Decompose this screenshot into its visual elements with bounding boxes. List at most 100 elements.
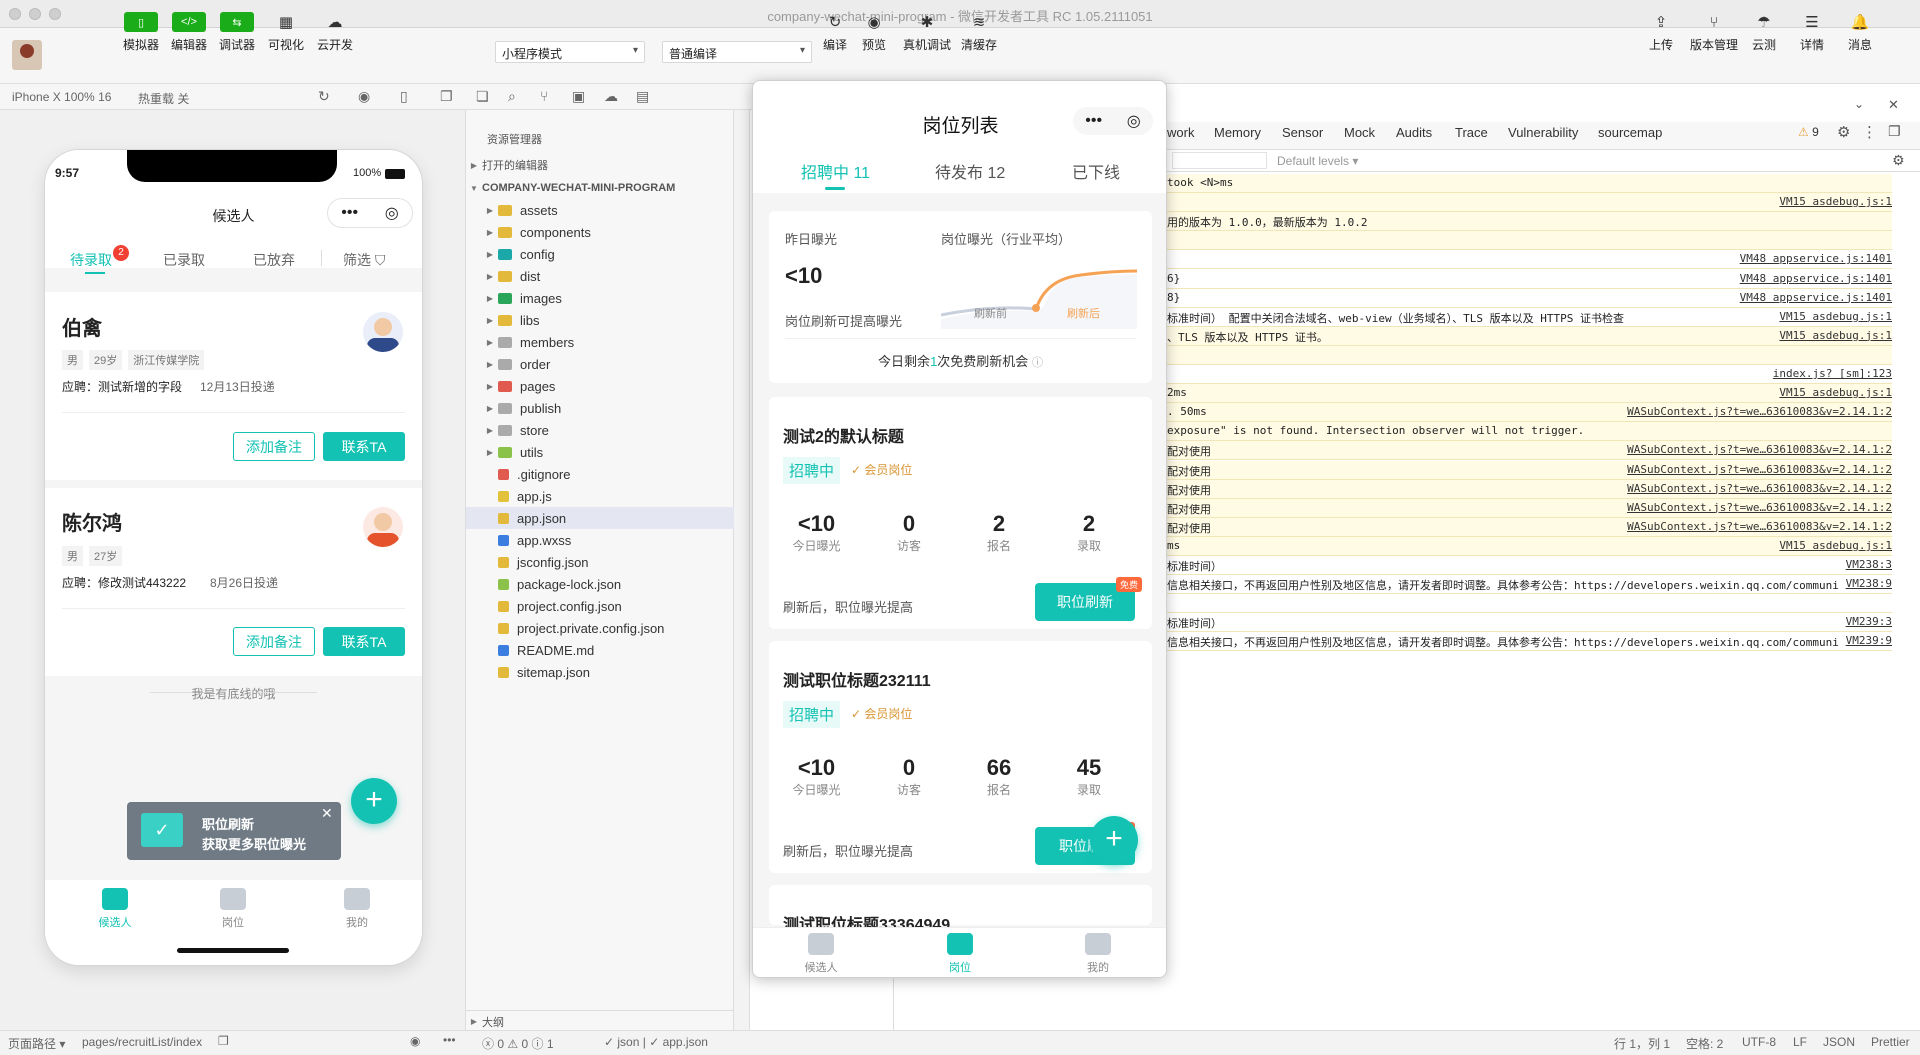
sim-tab-draft[interactable]: 待发布 12: [935, 159, 1005, 183]
folder-item[interactable]: ▶ dist: [466, 265, 734, 287]
file-item[interactable]: app.js: [466, 485, 734, 507]
console-filter-input[interactable]: [1172, 152, 1267, 169]
toolbar-clear-cache-button[interactable]: ≋ 清缓存: [960, 12, 998, 53]
settings-gear-icon[interactable]: ⚙: [1837, 123, 1850, 141]
log-source-link[interactable]: WASubContext.js?t=we…63610083&v=2.14.1:2: [1627, 501, 1892, 514]
log-source-link[interactable]: VM48 appservice.js:1401: [1740, 252, 1892, 265]
project-root[interactable]: ▼ COMPANY-WECHAT-MINI-PROGRAM: [466, 177, 734, 199]
page-path-label[interactable]: 页面路径 ▾: [8, 1035, 65, 1052]
cursor-position[interactable]: 行 1，列 1: [1614, 1035, 1670, 1052]
file-item[interactable]: jsconfig.json: [466, 551, 734, 573]
console-settings-icon[interactable]: ⚙: [1892, 152, 1905, 169]
toolbar-editor-button[interactable]: </> 编辑器: [170, 12, 208, 53]
line-ending[interactable]: LF: [1793, 1035, 1807, 1049]
devtools-tab-vulnerability[interactable]: Vulnerability: [1508, 125, 1578, 140]
cloud-small-icon[interactable]: ☁: [604, 88, 618, 105]
file-item[interactable]: .gitignore: [466, 463, 734, 485]
copy-icon[interactable]: ❐: [218, 1034, 229, 1048]
log-source-link[interactable]: VM15 asdebug.js:1: [1779, 310, 1892, 323]
files-icon[interactable]: ❏: [476, 88, 489, 105]
toolbar-simulator-button[interactable]: ▯ 模拟器: [122, 12, 160, 53]
add-fab-button[interactable]: +: [1090, 816, 1138, 864]
sim-tabbar-jobs[interactable]: 岗位: [930, 933, 990, 975]
contact-button[interactable]: 联系TA: [323, 432, 405, 461]
folder-item[interactable]: ▶ images: [466, 287, 734, 309]
toolbar-cloud-button[interactable]: ☁ 云开发: [316, 12, 354, 53]
more-horiz-icon[interactable]: •••: [443, 1033, 456, 1047]
git-icon[interactable]: ⑂: [540, 88, 548, 104]
log-source-link[interactable]: VM48 appservice.js:1401: [1740, 291, 1892, 304]
log-level-select[interactable]: Default levels ▾: [1277, 154, 1358, 168]
more-icon[interactable]: •••: [341, 204, 358, 222]
close-circle-icon[interactable]: ◎: [385, 203, 399, 223]
info-icon[interactable]: ⓘ: [1032, 357, 1043, 369]
mode-select[interactable]: 小程序模式: [495, 41, 645, 63]
sim-capsule-button[interactable]: ••• ◎: [1073, 107, 1153, 135]
reload-icon[interactable]: ↻: [318, 88, 330, 105]
log-source-link[interactable]: WASubContext.js?t=we…63610083&v=2.14.1:2: [1627, 463, 1892, 476]
devtools-tab-mock[interactable]: Mock: [1344, 125, 1375, 140]
toolbar-debugger-button[interactable]: ⇆ 调试器: [218, 12, 256, 53]
toolbar-upload-button[interactable]: ⇪ 上传: [1642, 12, 1680, 53]
file-item[interactable]: README.md: [466, 639, 734, 661]
close-circle-icon[interactable]: ◎: [1127, 111, 1141, 131]
sim-tabbar-candidates[interactable]: 候选人: [791, 933, 851, 975]
indent-setting[interactable]: 空格: 2: [1686, 1035, 1723, 1052]
more-vert-icon[interactable]: ⋮: [1862, 123, 1877, 141]
sim-tab-recruiting[interactable]: 招聘中 11: [801, 159, 870, 183]
tabbar-candidates[interactable]: 候选人: [85, 888, 145, 930]
file-item[interactable]: project.config.json: [466, 595, 734, 617]
file-item[interactable]: app.wxss: [466, 529, 734, 551]
open-editors-section[interactable]: ▶ 打开的编辑器: [466, 154, 734, 176]
toolbar-messages-button[interactable]: 🔔 消息: [1841, 12, 1879, 53]
folder-item[interactable]: ▶ config: [466, 243, 734, 265]
search-icon[interactable]: ⌕: [508, 88, 516, 105]
folder-item[interactable]: ▶ libs: [466, 309, 734, 331]
folder-item[interactable]: ▶ assets: [466, 199, 734, 221]
toolbar-cloud-test-button[interactable]: ☂ 云测: [1745, 12, 1783, 53]
devtools-tab-sourcemap[interactable]: sourcemap: [1598, 125, 1662, 140]
devtools-tab-memory[interactable]: Memory: [1214, 125, 1261, 140]
encoding[interactable]: UTF-8: [1742, 1035, 1776, 1049]
user-avatar[interactable]: [12, 40, 42, 70]
tabbar-jobs[interactable]: 岗位: [203, 888, 263, 930]
log-source-link[interactable]: VM238:9: [1846, 577, 1892, 590]
sim-tabbar-me[interactable]: 我的: [1068, 933, 1128, 975]
stop-icon[interactable]: ◉: [358, 88, 370, 105]
log-source-link[interactable]: WASubContext.js?t=we…63610083&v=2.14.1:2: [1627, 520, 1892, 533]
devtools-tab-audits[interactable]: Audits: [1396, 125, 1432, 140]
log-source-link[interactable]: VM15 asdebug.js:1: [1779, 386, 1892, 399]
outline-section[interactable]: ▶ 大纲: [466, 1010, 734, 1032]
log-source-link[interactable]: WASubContext.js?t=we…63610083&v=2.14.1:2: [1627, 482, 1892, 495]
devtools-tab-sensor[interactable]: Sensor: [1282, 125, 1323, 140]
folder-item[interactable]: ▶ publish: [466, 397, 734, 419]
extensions-icon[interactable]: ▣: [572, 88, 585, 105]
eye-small-icon[interactable]: ◉: [410, 1034, 420, 1048]
sim-tab-offline[interactable]: 已下线: [1072, 159, 1120, 183]
log-source-link[interactable]: WASubContext.js?t=we…63610083&v=2.14.1:2: [1627, 405, 1892, 418]
capsule-button[interactable]: ••• ◎: [327, 198, 413, 228]
hot-reload-toggle[interactable]: 热重载 关: [138, 90, 189, 107]
language-mode[interactable]: JSON: [1823, 1035, 1855, 1049]
file-item[interactable]: project.private.config.json: [466, 617, 734, 639]
file-item[interactable]: app.json: [466, 507, 734, 529]
log-source-link[interactable]: VM15 asdebug.js:1: [1779, 539, 1892, 552]
log-source-link[interactable]: index.js? [sm]:123: [1773, 367, 1892, 380]
log-source-link[interactable]: VM15 asdebug.js:1: [1779, 329, 1892, 342]
log-source-link[interactable]: VM239:3: [1846, 615, 1892, 628]
dock-icon[interactable]: ❐: [1888, 123, 1901, 140]
more-icon[interactable]: •••: [1085, 112, 1102, 130]
warning-count[interactable]: ⚠ 9: [1798, 125, 1819, 139]
folder-item[interactable]: ▶ members: [466, 331, 734, 353]
tab-abandoned[interactable]: 已放弃: [253, 250, 295, 270]
file-item[interactable]: package-lock.json: [466, 573, 734, 595]
log-source-link[interactable]: VM15 asdebug.js:1: [1779, 195, 1892, 208]
compile-select[interactable]: 普通编译: [662, 41, 812, 63]
tabbar-me[interactable]: 我的: [327, 888, 387, 930]
toolbar-preview-button[interactable]: ◉ 预览: [855, 12, 893, 53]
problems-indicator[interactable]: ⓧ 0 ⚠ 0 ⓘ 1: [482, 1035, 554, 1052]
formatter[interactable]: Prettier: [1871, 1035, 1910, 1049]
window-icon[interactable]: ❐: [440, 88, 453, 105]
devtools-tab-trace[interactable]: Trace: [1455, 125, 1488, 140]
toolbar-visual-button[interactable]: ▦ 可视化: [267, 12, 305, 53]
